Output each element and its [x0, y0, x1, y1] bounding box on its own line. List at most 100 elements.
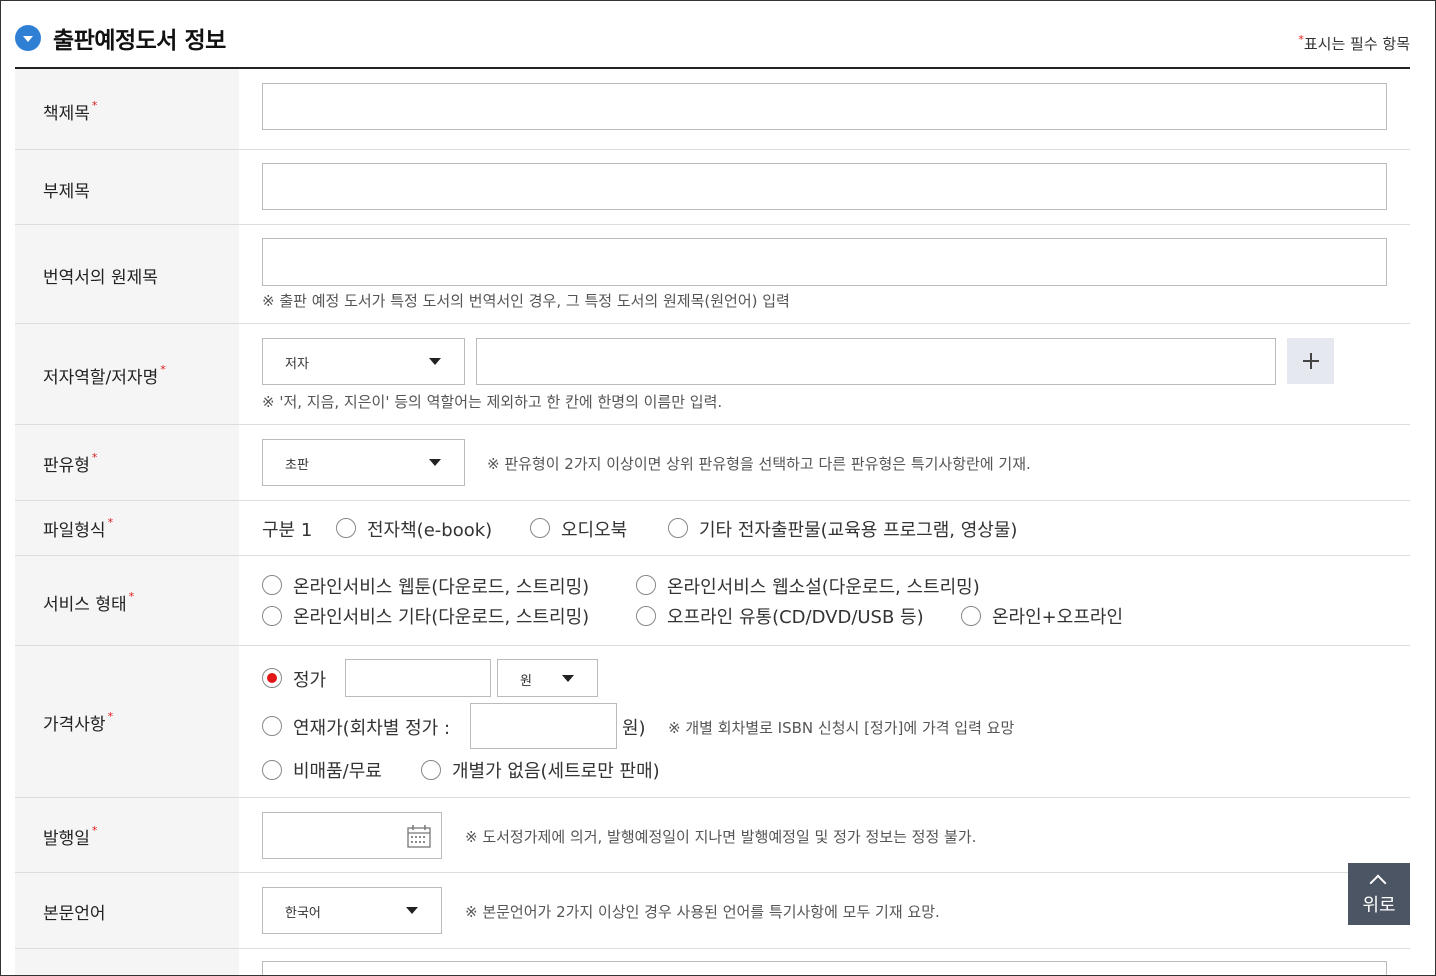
pub-date-note: ※ 도서정가제에 의거, 발행예정일이 지나면 발행예정일 및 정가 정보는 정…: [465, 828, 977, 846]
radio-list-price[interactable]: [262, 668, 282, 688]
scroll-top-button[interactable]: 위로: [1348, 863, 1410, 925]
radio-online-offline[interactable]: [961, 606, 981, 626]
original-title-label: 번역서의 원제목: [43, 268, 158, 288]
row-service-type: 서비스 형태 * 온라인서비스 웹툰(다운로드, 스트리밍) 온라인서비스 웹소설…: [15, 556, 1410, 646]
radio-offline[interactable]: [636, 606, 656, 626]
option-webtoon[interactable]: 온라인서비스 웹툰(다운로드, 스트리밍): [293, 573, 589, 599]
label-cell: [15, 949, 239, 975]
label-cell: 저자역할/저자명 *: [15, 324, 239, 424]
required-note: *표시는 필수 항목: [1298, 33, 1410, 53]
author-name-input[interactable]: [476, 338, 1276, 385]
option-offline[interactable]: 오프라인 유통(CD/DVD/USB 등): [667, 603, 924, 629]
author-label: 저자역할/저자명 *: [43, 363, 166, 388]
row-edition: 판유형 * 초판 ※ 판유형이 2가지 이상이면 상위 판유형을 선택하고 다른 …: [15, 425, 1410, 501]
not-for-sale-text[interactable]: 비매품/무료: [293, 757, 382, 783]
row-subtitle: 부제목: [15, 150, 1410, 225]
row-price: 가격사항 * 정가 원 연재가(회차별 정가 : 원) ※ 개별 회차별로 ISB…: [15, 646, 1410, 798]
row-pub-date: 발행일 * ※ 도서정가제에 의거, 발행예정일이 지나면 발행예정일 및 정가 …: [15, 798, 1410, 873]
subtitle-input[interactable]: [262, 163, 1387, 210]
file-format-label: 파일형식 *: [43, 516, 114, 541]
radio-serial-price[interactable]: [262, 716, 282, 736]
chevron-down-icon: [562, 675, 574, 682]
language-note: ※ 본문언어가 2가지 이상인 경우 사용된 언어를 특기사항에 모두 기재 요…: [465, 903, 940, 921]
pub-date-input[interactable]: [262, 812, 442, 859]
edition-label: 판유형 *: [43, 451, 98, 476]
original-title-input[interactable]: [262, 238, 1387, 286]
option-ebook[interactable]: 전자책(e-book): [367, 516, 492, 542]
radio-webnovel[interactable]: [636, 575, 656, 595]
required-star-icon: *: [91, 451, 98, 464]
label-cell: 발행일 *: [15, 798, 239, 872]
radio-webtoon[interactable]: [262, 575, 282, 595]
book-title-label: 책제목 *: [43, 99, 98, 124]
add-author-button[interactable]: [1287, 338, 1334, 384]
label-cell: 본문언어: [15, 873, 239, 948]
row-next: [15, 949, 1410, 975]
section-title: 출판예정도서 정보: [53, 28, 226, 54]
scroll-top-label: 위로: [1362, 895, 1396, 916]
label-cell: 판유형 *: [15, 425, 239, 500]
no-individual-text[interactable]: 개별가 없음(세트로만 판매): [452, 757, 660, 783]
language-label: 본문언어: [43, 904, 106, 924]
chevron-down-icon: [429, 459, 441, 466]
form-frame: 출판예정도서 정보 *표시는 필수 항목 책제목 * 부제목 번역서의 원제목 ※…: [0, 0, 1436, 976]
option-online-other[interactable]: 온라인서비스 기타(다운로드, 스트리밍): [293, 603, 589, 629]
required-star-icon: *: [128, 590, 135, 603]
row-original-title: 번역서의 원제목 ※ 출판 예정 도서가 특정 도서의 번역서인 경우, 그 특…: [15, 225, 1410, 324]
list-price-input[interactable]: [345, 659, 491, 697]
label-cell: 책제목 *: [15, 69, 239, 149]
author-role-select[interactable]: 저자: [262, 338, 465, 385]
original-title-note: ※ 출판 예정 도서가 특정 도서의 번역서인 경우, 그 특정 도서의 원제목…: [262, 292, 790, 310]
calendar-icon[interactable]: [407, 824, 431, 848]
edition-note: ※ 판유형이 2가지 이상이면 상위 판유형을 선택하고 다른 판유형은 특기사…: [487, 455, 1031, 473]
option-other-epub[interactable]: 기타 전자출판물(교육용 프로그램, 영상물): [699, 516, 1017, 542]
author-role-value: 저자: [285, 357, 309, 372]
subtitle-label: 부제목: [43, 182, 90, 202]
required-star-icon: *: [160, 363, 166, 376]
serial-price-text[interactable]: 연재가(회차별 정가 :: [293, 714, 450, 740]
serial-price-input[interactable]: [470, 703, 617, 749]
serial-price-note: ※ 개별 회차별로 ISBN 신청시 [정가]에 가격 입력 요망: [668, 719, 1015, 737]
radio-online-other[interactable]: [262, 606, 282, 626]
required-star-icon: *: [107, 516, 114, 529]
book-title-input[interactable]: [262, 83, 1387, 130]
edition-value: 초판: [285, 458, 309, 473]
required-star-icon: *: [91, 824, 98, 837]
language-select[interactable]: 한국어: [262, 887, 442, 934]
row-file-format: 파일형식 * 구분 1 전자책(e-book) 오디오북 기타 전자출판물(교육용…: [15, 501, 1410, 556]
radio-other-epub[interactable]: [668, 518, 688, 538]
label-cell: 번역서의 원제목: [15, 225, 239, 323]
price-label: 가격사항 *: [43, 710, 114, 735]
label-cell: 파일형식 *: [15, 501, 239, 555]
language-value: 한국어: [285, 906, 321, 921]
radio-audiobook[interactable]: [530, 518, 550, 538]
currency-value: 원: [520, 674, 532, 689]
currency-select[interactable]: 원: [497, 659, 598, 697]
label-cell: 서비스 형태 *: [15, 556, 239, 645]
collapse-toggle-icon[interactable]: [15, 25, 41, 51]
required-star-icon: *: [91, 99, 98, 112]
chevron-down-icon: [429, 358, 441, 365]
pub-date-label: 발행일 *: [43, 824, 98, 849]
service-type-label: 서비스 형태 *: [43, 590, 135, 615]
next-field-input[interactable]: [262, 961, 1387, 975]
list-price-text[interactable]: 정가: [293, 666, 326, 692]
radio-ebook[interactable]: [336, 518, 356, 538]
row-language: 본문언어 한국어 ※ 본문언어가 2가지 이상인 경우 사용된 언어를 특기사항…: [15, 873, 1410, 949]
option-webnovel[interactable]: 온라인서비스 웹소설(다운로드, 스트리밍): [667, 573, 980, 599]
label-cell: 부제목: [15, 150, 239, 224]
author-note: ※ '저, 지음, 지은이' 등의 역할어는 제외하고 한 칸에 한명의 이름만…: [262, 393, 723, 411]
radio-no-individual[interactable]: [421, 760, 441, 780]
label-cell: 가격사항 *: [15, 646, 239, 797]
required-star-icon: *: [107, 710, 114, 723]
row-author: 저자역할/저자명 * 저자 ※ '저, 지음, 지은이' 등의 역할어는 제외하고…: [15, 324, 1410, 425]
section-header: 출판예정도서 정보 *표시는 필수 항목: [15, 19, 1410, 69]
option-online-offline[interactable]: 온라인+오프라인: [992, 603, 1123, 629]
radio-not-for-sale[interactable]: [262, 760, 282, 780]
option-audiobook[interactable]: 오디오북: [561, 516, 627, 542]
edition-select[interactable]: 초판: [262, 439, 465, 486]
chevron-up-icon: [1369, 874, 1387, 892]
file-format-group-label: 구분 1: [262, 520, 313, 541]
serial-price-unit: 원): [622, 718, 646, 739]
chevron-down-icon: [406, 907, 418, 914]
